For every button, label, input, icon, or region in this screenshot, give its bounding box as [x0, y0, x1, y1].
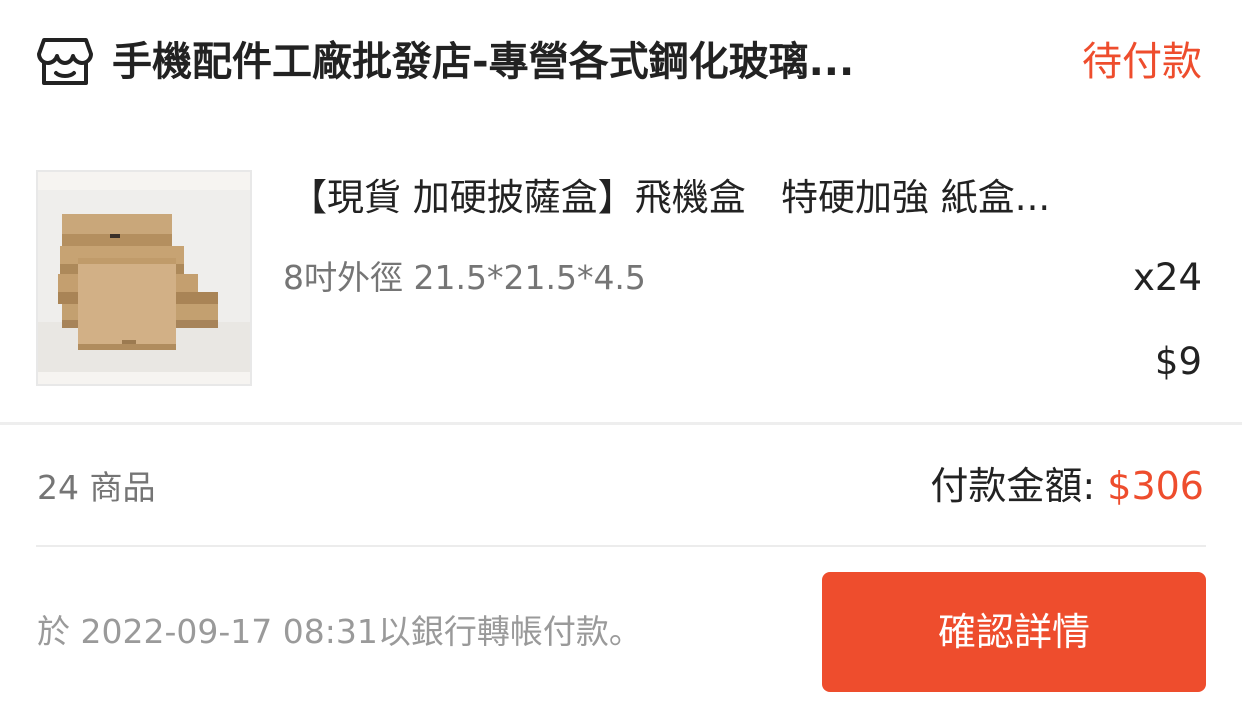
- section-divider: [0, 422, 1242, 425]
- shop-header[interactable]: 手機配件工廠批發店-專營各式鋼化玻璃... 待付款: [0, 0, 1242, 125]
- shop-icon: [36, 36, 94, 88]
- order-total: 付款金額: $306: [930, 456, 1204, 516]
- product-variant: 8吋外徑 21.5*21.5*4.5: [283, 258, 646, 297]
- shop-name[interactable]: 手機配件工廠批發店-專營各式鋼化玻璃...: [112, 32, 1032, 92]
- confirm-details-button[interactable]: 確認詳情: [822, 572, 1206, 692]
- order-status-label: 待付款: [1082, 39, 1202, 85]
- total-label: 付款金額:: [930, 464, 1108, 508]
- total-amount: $306: [1107, 464, 1204, 508]
- product-quantity: x24: [1133, 256, 1202, 299]
- item-count: 24 商品: [37, 468, 156, 507]
- product-title[interactable]: 【現貨 加硬披薩盒】飛機盒 特硬加強 紙盒...: [290, 168, 1150, 228]
- footer-divider: [36, 545, 1206, 547]
- product-image[interactable]: [36, 170, 252, 386]
- payment-note: 於 2022-09-17 08:31以銀行轉帳付款。: [37, 612, 642, 651]
- product-price: $9: [1154, 340, 1202, 383]
